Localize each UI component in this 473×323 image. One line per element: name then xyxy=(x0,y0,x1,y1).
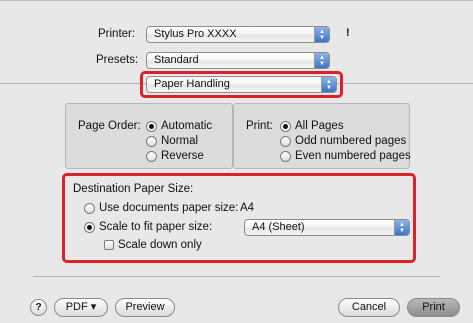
print-odd-pages-label: Odd numbered pages xyxy=(295,135,407,147)
popup-arrows-icon: ▲ ▼ xyxy=(394,220,409,235)
scale-to-fit-label: Scale to fit paper size: xyxy=(99,221,213,233)
scale-down-only-checkbox[interactable] xyxy=(104,240,114,250)
popup-arrows-icon: ▲ ▼ xyxy=(321,77,336,92)
presets-label: Presets: xyxy=(96,54,139,66)
page-order-normal-label: Normal xyxy=(161,135,199,147)
scale-to-fit-radio[interactable] xyxy=(84,222,95,233)
pdf-menu-button[interactable]: PDF ▾ xyxy=(54,298,108,317)
printer-label: Printer: xyxy=(98,28,136,40)
presets-select[interactable]: Standard ▲ ▼ xyxy=(146,52,330,69)
print-pages-group: Print: All Pages Odd numbered pages Even… xyxy=(233,103,411,169)
page-order-automatic-label: Automatic xyxy=(161,120,213,132)
cancel-button[interactable]: Cancel xyxy=(338,298,400,317)
panel-select-value: Paper Handling xyxy=(154,78,230,90)
popup-arrows-icon: ▲ ▼ xyxy=(314,27,329,42)
print-odd-pages-radio[interactable] xyxy=(280,136,291,147)
page-order-reverse-radio[interactable] xyxy=(146,151,157,162)
print-even-pages-label: Even numbered pages xyxy=(295,150,411,162)
scale-down-only-label: Scale down only xyxy=(118,239,202,251)
scale-paper-size-value: A4 (Sheet) xyxy=(252,221,305,233)
page-order-normal-radio[interactable] xyxy=(146,136,157,147)
destination-title: Destination Paper Size: xyxy=(73,183,194,195)
use-documents-size-radio[interactable] xyxy=(84,203,95,214)
print-all-pages-label: All Pages xyxy=(295,120,344,132)
presets-select-value: Standard xyxy=(154,54,199,66)
use-documents-size-label: Use documents paper size: xyxy=(99,202,239,214)
print-all-pages-radio[interactable] xyxy=(280,121,291,132)
page-order-group: Page Order: Automatic Normal Reverse xyxy=(65,103,233,169)
page-order-reverse-label: Reverse xyxy=(161,150,204,162)
page-order-automatic-radio[interactable] xyxy=(146,121,157,132)
printer-select[interactable]: Stylus Pro XXXX ▲ ▼ xyxy=(146,26,330,43)
scale-paper-size-select[interactable]: A4 (Sheet) ▲ ▼ xyxy=(244,219,410,236)
print-even-pages-radio[interactable] xyxy=(280,151,291,162)
print-button[interactable]: Print xyxy=(407,298,460,317)
panel-select[interactable]: Paper Handling ▲ ▼ xyxy=(146,76,337,93)
help-button[interactable]: ? xyxy=(30,299,47,316)
printer-status-icon: ! xyxy=(346,27,350,39)
printer-select-value: Stylus Pro XXXX xyxy=(154,28,237,40)
popup-arrows-icon: ▲ ▼ xyxy=(314,53,329,68)
window-top-border xyxy=(0,0,473,1)
separator xyxy=(33,276,440,277)
use-documents-size-value: A4 xyxy=(240,202,255,214)
preview-button[interactable]: Preview xyxy=(115,298,175,317)
print-pages-label: Print: xyxy=(246,120,273,132)
page-order-label: Page Order: xyxy=(78,120,141,132)
